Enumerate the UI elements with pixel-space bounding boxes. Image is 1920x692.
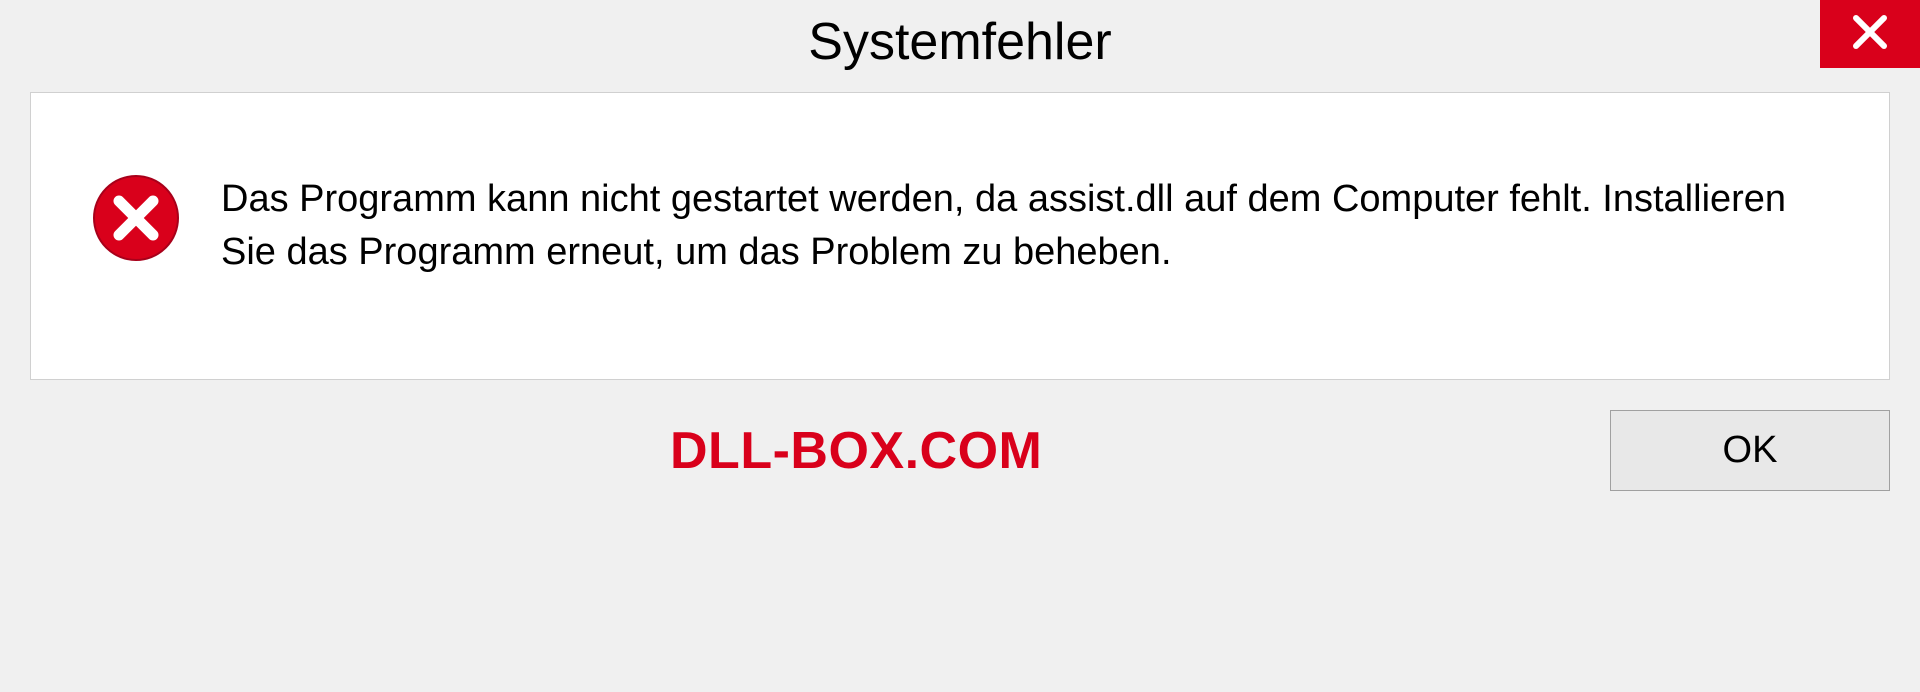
error-icon — [91, 173, 181, 263]
error-dialog: Systemfehler Das Programm kann nicht ges… — [0, 0, 1920, 692]
titlebar: Systemfehler — [0, 0, 1920, 92]
message-panel: Das Programm kann nicht gestartet werden… — [30, 92, 1890, 380]
dialog-footer: DLL-BOX.COM OK — [0, 380, 1920, 521]
close-icon — [1850, 12, 1890, 57]
ok-button[interactable]: OK — [1610, 410, 1890, 491]
error-message: Das Programm kann nicht gestartet werden… — [221, 173, 1829, 279]
watermark-text: DLL-BOX.COM — [670, 421, 1042, 481]
dialog-title: Systemfehler — [808, 12, 1111, 72]
close-button[interactable] — [1820, 0, 1920, 68]
